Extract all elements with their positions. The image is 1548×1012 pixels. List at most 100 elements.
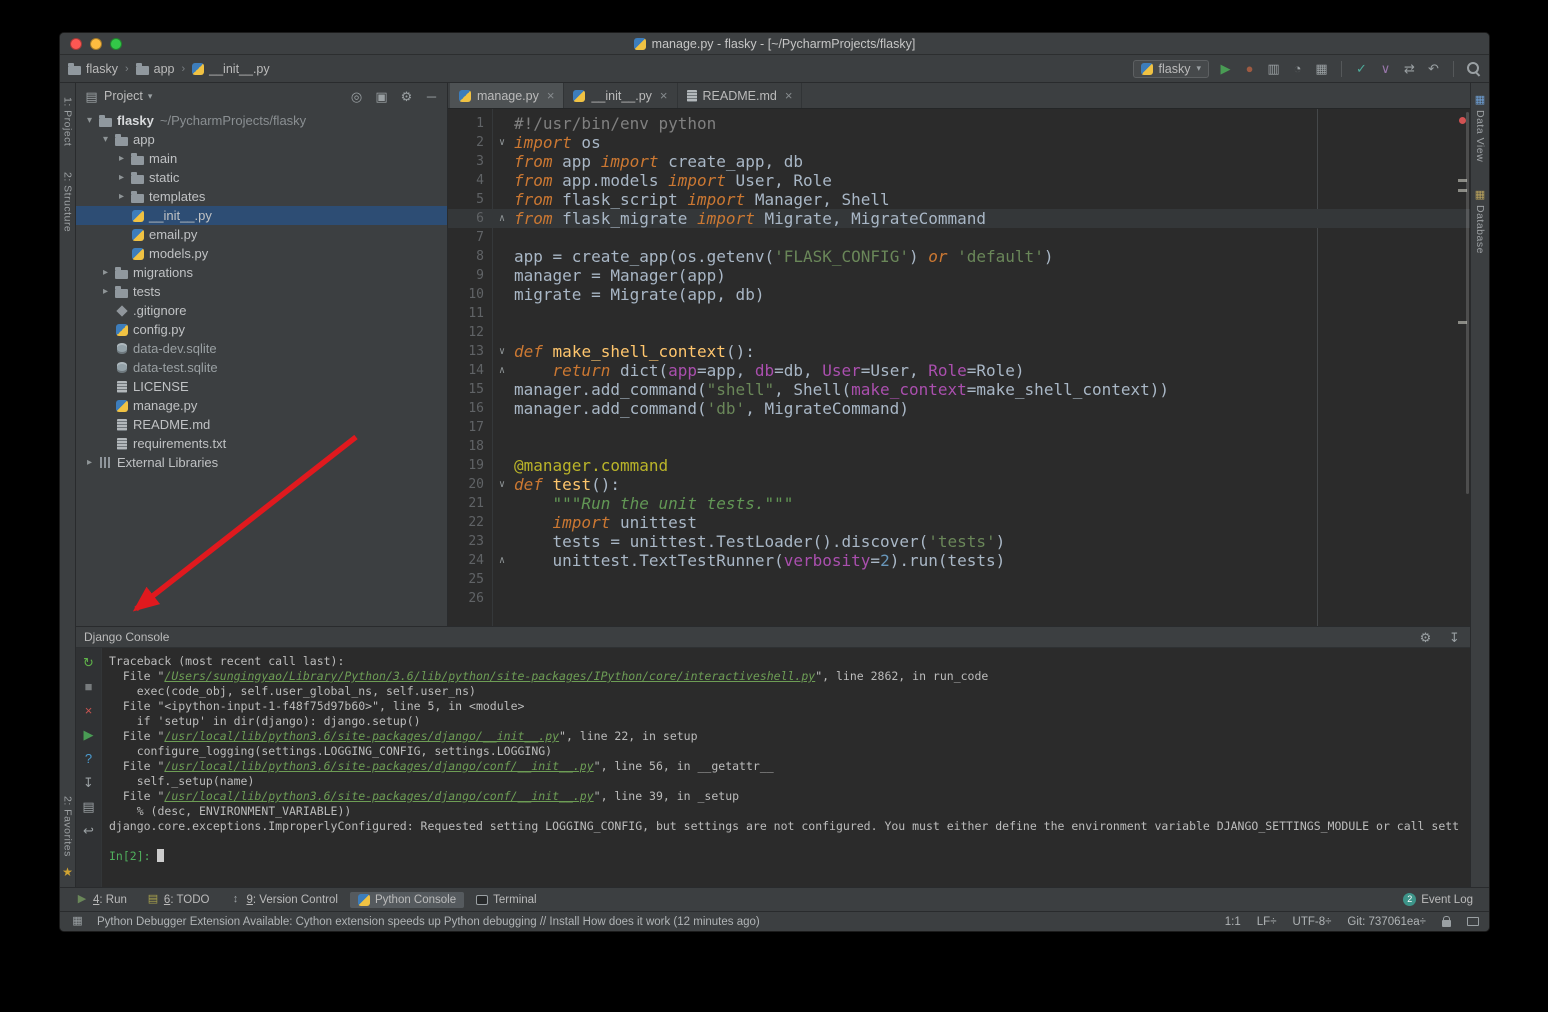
- fold-marker-icon[interactable]: ∨: [490, 475, 514, 494]
- background-tasks-icon[interactable]: [1467, 917, 1479, 926]
- tree-item[interactable]: ▸ tests: [76, 282, 447, 301]
- code-line[interactable]: 10 migrate = Migrate(app, db): [448, 285, 1470, 304]
- fold-marker-icon[interactable]: ∧: [490, 361, 514, 380]
- code-line[interactable]: 11: [448, 304, 1470, 323]
- console-title[interactable]: Django Console: [84, 630, 169, 644]
- concurrency-icon[interactable]: ▦: [1314, 62, 1329, 75]
- code-line[interactable]: 21 """Run the unit tests.""": [448, 494, 1470, 513]
- help-icon[interactable]: ?: [81, 752, 96, 765]
- code-line[interactable]: 7: [448, 228, 1470, 247]
- tree-item[interactable]: ▸ templates: [76, 187, 447, 206]
- stripe-item[interactable]: ▦ Database: [1473, 190, 1488, 254]
- editor[interactable]: 1 #!/usr/bin/env python 2 ∨ import os 3 from a…: [448, 109, 1470, 626]
- tool-window-button[interactable]: 2 Event Log: [1395, 891, 1481, 908]
- soft-wrap-icon[interactable]: ↩: [81, 824, 96, 837]
- run-icon[interactable]: ▶: [1218, 62, 1233, 75]
- tree-item[interactable]: data-dev.sqlite: [76, 339, 447, 358]
- tab-close-icon[interactable]: ×: [785, 88, 793, 103]
- code-line[interactable]: 12: [448, 323, 1470, 342]
- tool-window-button[interactable]: Python Console: [349, 891, 465, 908]
- editor-tab[interactable]: manage.py ×: [450, 83, 565, 108]
- tree-item[interactable]: requirements.txt: [76, 434, 447, 453]
- line-separator[interactable]: LF÷: [1257, 916, 1277, 928]
- code-line[interactable]: 2 ∨ import os: [448, 133, 1470, 152]
- expander-icon[interactable]: ▾: [98, 134, 113, 145]
- tool-window-switcher-icon[interactable]: ▦: [70, 916, 85, 927]
- stop-icon[interactable]: ■: [81, 680, 96, 693]
- tree-item[interactable]: README.md: [76, 415, 447, 434]
- stacktrace-link[interactable]: /usr/local/lib/python3.6/site-packages/d…: [164, 789, 593, 803]
- code-line[interactable]: 14 ∧ return dict(app=app, db=db, User=Use…: [448, 361, 1470, 380]
- git-branch[interactable]: Git: 737061ea÷: [1347, 916, 1426, 928]
- tree-item[interactable]: ▾ flasky ~/PycharmProjects/flasky: [76, 111, 447, 130]
- code-line[interactable]: 20 ∨ def test():: [448, 475, 1470, 494]
- code-line[interactable]: 18: [448, 437, 1470, 456]
- tree-item[interactable]: __init__.py: [76, 206, 447, 225]
- stacktrace-link[interactable]: /usr/local/lib/python3.6/site-packages/d…: [164, 729, 559, 743]
- vcs-compare-icon[interactable]: ⇄: [1402, 62, 1417, 75]
- tree-item[interactable]: email.py: [76, 225, 447, 244]
- code-line[interactable]: 1 #!/usr/bin/env python: [448, 114, 1470, 133]
- code-line[interactable]: 4 from app.models import User, Role: [448, 171, 1470, 190]
- code-line[interactable]: 13 ∨ def make_shell_context():: [448, 342, 1470, 361]
- revert-icon[interactable]: ↶: [1426, 62, 1441, 75]
- editor-tab[interactable]: README.md ×: [677, 83, 803, 108]
- code-line[interactable]: 17: [448, 418, 1470, 437]
- run-icon[interactable]: ▶: [81, 728, 96, 741]
- expander-icon[interactable]: ▸: [114, 153, 129, 164]
- favorites-star-icon[interactable]: ★: [62, 865, 73, 879]
- stripe-label[interactable]: 1: Project: [62, 97, 74, 146]
- fold-marker-icon[interactable]: ∨: [490, 342, 514, 361]
- stripe-item[interactable]: ▦ Data View: [1473, 95, 1488, 163]
- vcs-commit-icon[interactable]: ✓: [1354, 62, 1369, 75]
- fold-marker-icon[interactable]: ∨: [490, 133, 514, 152]
- coverage-icon[interactable]: ▥: [1266, 62, 1281, 75]
- expander-icon[interactable]: ▸: [98, 286, 113, 297]
- encoding[interactable]: UTF-8÷: [1293, 916, 1332, 928]
- expander-icon[interactable]: ▸: [98, 267, 113, 278]
- breadcrumb-item[interactable]: app: [135, 62, 174, 76]
- code-line[interactable]: 25: [448, 570, 1470, 589]
- tree-item[interactable]: .gitignore: [76, 301, 447, 320]
- breadcrumb-item[interactable]: __init__.py: [192, 62, 270, 76]
- caret-position[interactable]: 1:1: [1225, 916, 1241, 928]
- tree-item[interactable]: ▸ main: [76, 149, 447, 168]
- tree-item[interactable]: models.py: [76, 244, 447, 263]
- code-line[interactable]: 8 app = create_app(os.getenv('FLASK_CONFI…: [448, 247, 1470, 266]
- run-configuration-select[interactable]: flasky ▾: [1132, 59, 1209, 78]
- flatten-icon[interactable]: ▣: [374, 90, 389, 103]
- tree-item[interactable]: data-test.sqlite: [76, 358, 447, 377]
- code-line[interactable]: 26: [448, 589, 1470, 608]
- locate-icon[interactable]: ◎: [349, 90, 364, 103]
- tool-window-button[interactable]: Terminal: [468, 892, 544, 908]
- tree-item[interactable]: config.py: [76, 320, 447, 339]
- code-line[interactable]: 19 @manager.command: [448, 456, 1470, 475]
- chevron-down-icon[interactable]: ▾: [148, 91, 153, 102]
- error-stripe-dot[interactable]: [1459, 117, 1466, 124]
- fold-marker-icon[interactable]: ∧: [490, 551, 514, 570]
- scroll-to-end-icon[interactable]: ↧: [81, 776, 96, 789]
- code-line[interactable]: 22 import unittest: [448, 513, 1470, 532]
- stacktrace-link[interactable]: /usr/local/lib/python3.6/site-packages/d…: [164, 759, 593, 773]
- tree-item[interactable]: ▸ External Libraries: [76, 453, 447, 472]
- zoom-button[interactable]: [110, 37, 122, 50]
- code-line[interactable]: 9 manager = Manager(app): [448, 266, 1470, 285]
- stripe-label[interactable]: 2: Favorites: [62, 796, 74, 857]
- tree-item[interactable]: LICENSE: [76, 377, 447, 396]
- status-message[interactable]: Python Debugger Extension Available: Cyt…: [97, 916, 760, 928]
- lock-icon[interactable]: [1442, 915, 1451, 927]
- editor-tab[interactable]: __init__.py ×: [564, 83, 678, 108]
- project-panel-title[interactable]: Project: [104, 89, 143, 103]
- tab-close-icon[interactable]: ×: [547, 88, 555, 103]
- close-icon[interactable]: ×: [81, 704, 96, 717]
- fold-marker-icon[interactable]: ∧: [490, 209, 514, 228]
- code-line[interactable]: 3 from app import create_app, db: [448, 152, 1470, 171]
- code-line[interactable]: 23 tests = unittest.TestLoader().discove…: [448, 532, 1470, 551]
- code-line[interactable]: 24 ∧ unittest.TextTestRunner(verbosity=2)…: [448, 551, 1470, 570]
- tree-item[interactable]: manage.py: [76, 396, 447, 415]
- tool-window-button[interactable]: ↕ 9: Version Control: [222, 892, 346, 908]
- stripe-label[interactable]: 2: Structure: [62, 172, 74, 232]
- hide-icon[interactable]: ─: [424, 90, 439, 103]
- code-line[interactable]: 5 from flask_script import Manager, Shell: [448, 190, 1470, 209]
- debug-icon[interactable]: ●: [1242, 62, 1257, 75]
